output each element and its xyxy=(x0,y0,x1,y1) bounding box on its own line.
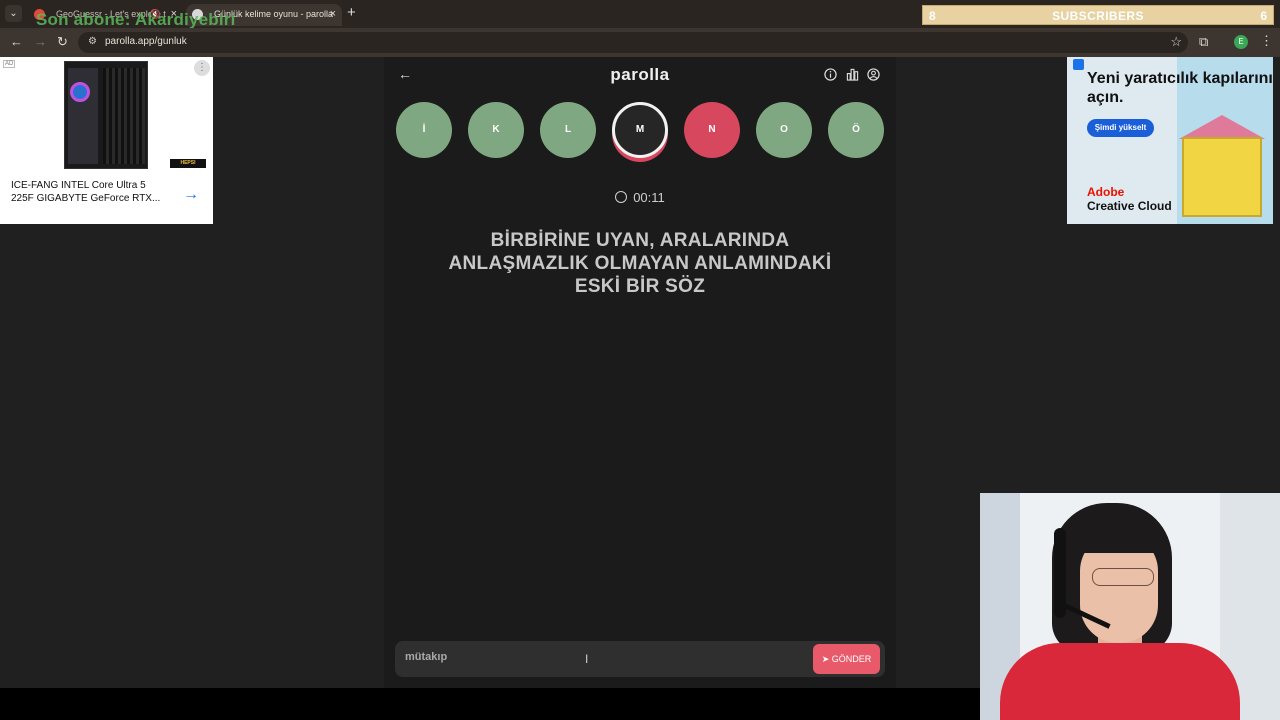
extensions-icon[interactable]: ⧉ xyxy=(1199,34,1208,50)
user-icon[interactable] xyxy=(867,68,880,81)
site-info-icon[interactable]: ⚙ xyxy=(88,36,97,47)
screen: ⌄ GeoGuessr - Let's explore t 🔇 × Günlük… xyxy=(0,0,1280,720)
ad-brand: Adobe Creative Cloud xyxy=(1087,185,1172,213)
ad-arrow-icon[interactable]: → xyxy=(183,186,199,204)
stats-icon[interactable] xyxy=(846,68,859,81)
subscriber-goal-widget: 8 SUBSCRIBERS 6 xyxy=(922,5,1274,25)
tab-bar: ⌄ GeoGuessr - Let's explore t 🔇 × Günlük… xyxy=(0,0,1280,29)
ad-headline[interactable]: Yeni yaratıcılık kapılarını açın. xyxy=(1087,69,1273,107)
reload-icon[interactable]: ↻ xyxy=(57,34,68,50)
text-cursor-icon: I xyxy=(585,652,589,666)
answer-input[interactable]: mütakıp xyxy=(405,651,447,663)
sub-label: SUBSCRIBERS xyxy=(1052,9,1144,23)
ad-cta-button[interactable]: Şimdi yükselt xyxy=(1087,119,1154,137)
letter-circle-4: N xyxy=(684,102,740,158)
question-text: BİRBİRİNE UYAN, ARALARINDA ANLAŞMAZLIK O… xyxy=(448,230,832,297)
answer-form: mütakıp I ➤ GÖNDER xyxy=(395,641,885,677)
tab-close-icon[interactable]: × xyxy=(330,4,336,24)
back-arrow-icon[interactable]: ← xyxy=(10,34,23,49)
bookmark-star-icon[interactable]: ☆ xyxy=(1170,34,1182,50)
timer-value: 00:11 xyxy=(633,190,665,205)
address-toolbar: ← → ↻ ⚙ parolla.app/gunluk ☆ xyxy=(0,28,1280,57)
ad-choices-icon[interactable] xyxy=(1073,59,1084,70)
forward-arrow-icon[interactable]: → xyxy=(34,34,47,49)
send-icon: ➤ xyxy=(821,654,832,664)
ad-product-text[interactable]: ICE-FANG INTEL Core Ultra 5 225F GIGABYT… xyxy=(11,179,171,205)
letter-circle-0: İ xyxy=(396,102,452,158)
ad-badge: AD xyxy=(3,60,16,68)
webcam-feed xyxy=(980,493,1280,720)
url-bar[interactable]: ⚙ parolla.app/gunluk ☆ xyxy=(78,32,1188,53)
store-logo: HEPSI xyxy=(170,159,206,168)
ad-left[interactable]: AD ⋮ HEPSI ICE-FANG INTEL Core Ultra 5 2… xyxy=(0,57,213,224)
letter-circle-1: K xyxy=(468,102,524,158)
send-button[interactable]: ➤ GÖNDER xyxy=(813,644,880,674)
tab-search-chevron-icon[interactable]: ⌄ xyxy=(5,5,22,22)
ad-house-roof xyxy=(1179,115,1265,139)
ad-options-icon[interactable]: ⋮ xyxy=(194,60,210,76)
ad-house-image xyxy=(1182,137,1262,217)
profile-avatar[interactable]: E xyxy=(1234,35,1248,49)
send-label: GÖNDER xyxy=(831,654,872,664)
brand-line1: Adobe xyxy=(1087,185,1125,199)
letter-circle-2: L xyxy=(540,102,596,158)
latest-subscriber-overlay: Son abone: Akardiyebiri xyxy=(36,10,236,29)
timer: 00:11 xyxy=(384,190,896,205)
letter-circle-3: M xyxy=(612,102,668,158)
url-text[interactable]: parolla.app/gunluk xyxy=(105,36,187,47)
game-panel: ← parolla İKLMNOÖ 00:11 BİRBİRİNE UYAN, … xyxy=(384,57,896,688)
brand-line2: Creative Cloud xyxy=(1087,199,1172,213)
ad-right[interactable]: Yeni yaratıcılık kapılarını açın. Şimdi … xyxy=(1067,57,1273,224)
letter-circle-6: Ö xyxy=(828,102,884,158)
new-tab-button[interactable]: + xyxy=(347,4,356,22)
sub-target: 6 xyxy=(1260,9,1267,23)
browser-menu-icon[interactable]: ⋮ xyxy=(1260,33,1273,49)
app-title: parolla xyxy=(610,65,670,84)
pc-case-image xyxy=(64,61,148,169)
clock-icon xyxy=(615,191,628,203)
letter-circle-5: O xyxy=(756,102,812,158)
info-icon[interactable] xyxy=(824,68,837,81)
